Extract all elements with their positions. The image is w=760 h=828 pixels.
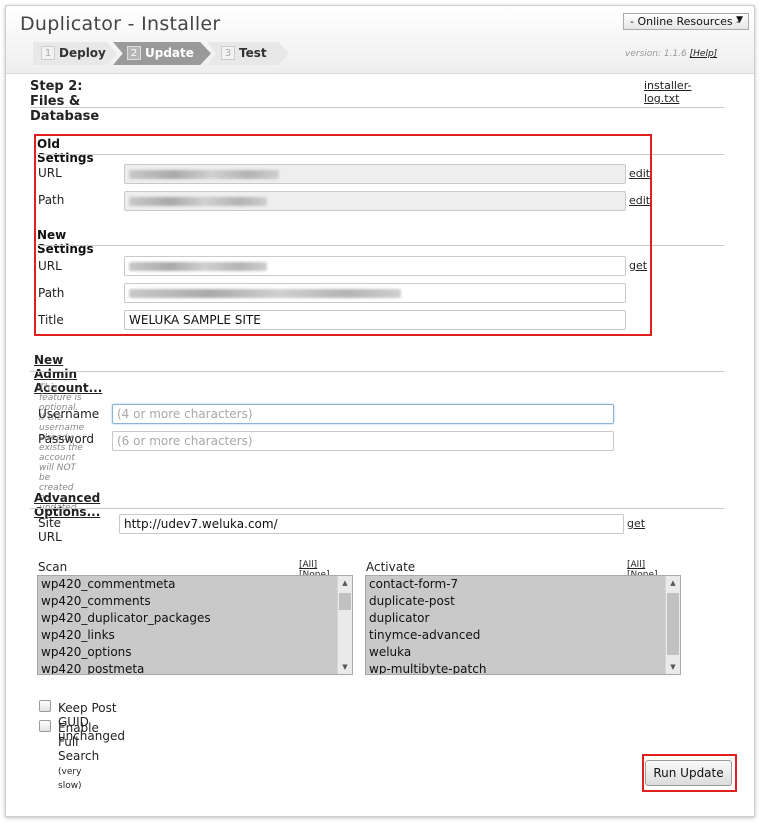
list-item[interactable]: wp420_comments [38, 593, 352, 610]
list-item[interactable]: wp420_options [38, 644, 352, 661]
plugins-scrollbar[interactable]: ▲ ▼ [665, 576, 680, 674]
help-link[interactable]: [Help] [690, 49, 718, 59]
full-search-checkbox[interactable] [39, 720, 51, 732]
step-test: 3 Test [207, 42, 289, 65]
list-item[interactable]: weluka [366, 644, 680, 661]
step-label: Test [239, 46, 267, 60]
scroll-down-icon[interactable]: ▼ [666, 660, 680, 674]
full-search-note: (very slow) [58, 767, 82, 791]
installer-log-link[interactable]: installer-log.txt [644, 79, 691, 105]
list-item[interactable]: wp420_duplicator_packages [38, 610, 352, 627]
version-text: version: 1.1.6 [625, 49, 687, 59]
list-item[interactable]: wp420_postmeta [38, 661, 352, 674]
list-item[interactable]: wp420_commentmeta [38, 576, 352, 593]
list-item[interactable]: wp420_links [38, 627, 352, 644]
divider [30, 371, 724, 372]
list-item[interactable]: duplicator [366, 610, 680, 627]
advanced-options-toggle[interactable]: Advanced Options... [34, 491, 100, 519]
dropdown-arrow-icon: ▼ [736, 15, 743, 25]
page-title: Step 2: Files & Database [30, 79, 100, 124]
step-label: Update [145, 46, 194, 60]
step-label: Deploy [59, 46, 106, 60]
version-info: version: 1.1.6 [Help] [625, 49, 717, 59]
divider [30, 508, 724, 509]
username-input[interactable]: (4 or more characters) [112, 404, 614, 424]
scroll-thumb[interactable] [339, 593, 351, 610]
username-placeholder: (4 or more characters) [117, 407, 253, 421]
username-label: Username [38, 407, 100, 421]
scan-tables-all-link[interactable]: [All] [299, 560, 317, 570]
highlight-box-run-update [642, 754, 737, 792]
site-url-label: Site URL [38, 516, 62, 544]
app-title: Duplicator - Installer [20, 13, 221, 35]
list-item[interactable]: wp-multibyte-patch [366, 661, 680, 674]
full-search-label: Enable Full Search [58, 721, 100, 763]
list-item[interactable]: contact-form-7 [366, 576, 680, 593]
scroll-down-icon[interactable]: ▼ [338, 660, 352, 674]
online-resources-label: - Online Resources - [630, 15, 741, 28]
scan-tables-list[interactable]: wp420_commentmeta wp420_comments wp420_d… [37, 575, 353, 675]
step-number: 2 [127, 46, 141, 60]
keep-guid-checkbox[interactable] [39, 700, 51, 712]
full-search-label-row: Enable Full Search (very slow) [58, 721, 99, 791]
password-label: Password [38, 432, 95, 446]
step-update: 2 Update [113, 42, 211, 65]
step-deploy: 1 Deploy [33, 42, 117, 65]
password-placeholder: (6 or more characters) [117, 434, 253, 448]
site-url-input[interactable]: http://udev7.weluka.com/ [119, 514, 624, 534]
scroll-up-icon[interactable]: ▲ [666, 576, 680, 590]
highlight-box-settings [34, 134, 652, 336]
step-number: 3 [221, 46, 235, 60]
online-resources-select[interactable]: - Online Resources - ▼ [623, 13, 749, 30]
site-url-get-link[interactable]: get [627, 517, 645, 530]
scroll-thumb[interactable] [667, 593, 679, 655]
scan-tables-scrollbar[interactable]: ▲ ▼ [337, 576, 352, 674]
header: Duplicator - Installer - Online Resource… [6, 6, 754, 74]
plugins-all-link[interactable]: [All] [627, 560, 645, 570]
divider [30, 107, 724, 108]
scroll-up-icon[interactable]: ▲ [338, 576, 352, 590]
activate-plugins-list[interactable]: contact-form-7 duplicate-post duplicator… [365, 575, 681, 675]
step-number: 1 [41, 46, 55, 60]
password-input[interactable]: (6 or more characters) [112, 431, 614, 451]
list-item[interactable]: duplicate-post [366, 593, 680, 610]
list-item[interactable]: tinymce-advanced [366, 627, 680, 644]
